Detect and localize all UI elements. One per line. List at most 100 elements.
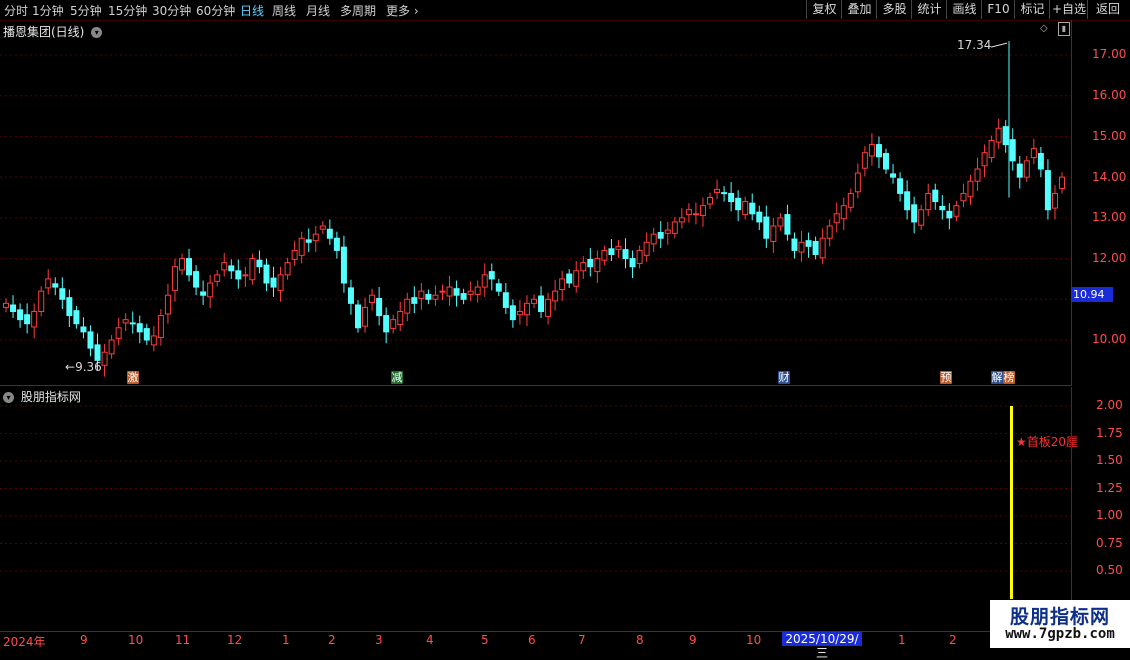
overlay-button[interactable]: 叠加 bbox=[841, 0, 877, 19]
restore-rights-button[interactable]: 复权 bbox=[806, 0, 842, 19]
candle[interactable] bbox=[932, 183, 939, 210]
candle[interactable] bbox=[200, 280, 207, 305]
candle[interactable] bbox=[326, 219, 333, 245]
candle[interactable] bbox=[45, 269, 52, 295]
mark-button[interactable]: 标记 bbox=[1014, 0, 1050, 19]
candle[interactable] bbox=[756, 205, 763, 231]
period-60min[interactable]: 60分钟 bbox=[196, 2, 235, 19]
candle[interactable] bbox=[298, 231, 305, 264]
indicator-chart[interactable] bbox=[0, 387, 1071, 631]
candle[interactable] bbox=[918, 204, 925, 231]
period-30min[interactable]: 30分钟 bbox=[152, 2, 191, 19]
candle[interactable] bbox=[643, 232, 650, 262]
candle[interactable] bbox=[249, 253, 256, 285]
candle[interactable] bbox=[355, 300, 361, 333]
candle[interactable] bbox=[376, 287, 383, 326]
candle[interactable] bbox=[904, 180, 911, 220]
period-weekly[interactable]: 周线 bbox=[272, 2, 296, 19]
event-marker-incentive[interactable]: 激 bbox=[127, 371, 139, 384]
candle[interactable] bbox=[270, 266, 277, 297]
candle[interactable] bbox=[369, 288, 376, 311]
candle[interactable] bbox=[728, 182, 735, 212]
statistics-button[interactable]: 统计 bbox=[911, 0, 947, 19]
candle[interactable] bbox=[721, 186, 728, 202]
candle[interactable] bbox=[10, 295, 17, 319]
candle[interactable] bbox=[347, 279, 354, 315]
candle[interactable] bbox=[263, 258, 270, 292]
candle[interactable] bbox=[847, 188, 854, 213]
candle[interactable] bbox=[1051, 185, 1058, 220]
candlestick-chart[interactable] bbox=[0, 20, 1071, 386]
candle[interactable] bbox=[432, 285, 439, 306]
candle[interactable] bbox=[242, 266, 249, 288]
candle[interactable] bbox=[87, 325, 94, 357]
candle[interactable] bbox=[587, 247, 594, 277]
candle[interactable] bbox=[1009, 128, 1016, 171]
candle[interactable] bbox=[256, 250, 263, 274]
candle[interactable] bbox=[784, 204, 791, 241]
candle[interactable] bbox=[1030, 138, 1037, 165]
candle[interactable] bbox=[333, 231, 340, 259]
period-monthly[interactable]: 月线 bbox=[306, 2, 330, 19]
add-watchlist-button[interactable]: +自选 bbox=[1049, 0, 1088, 19]
candle[interactable] bbox=[953, 200, 960, 222]
event-marker-unlock[interactable]: 解 bbox=[991, 371, 1003, 384]
period-multi[interactable]: 多周期 bbox=[340, 2, 376, 19]
candle[interactable] bbox=[411, 286, 418, 314]
candle[interactable] bbox=[235, 259, 242, 289]
candle[interactable] bbox=[1016, 155, 1023, 189]
candle[interactable] bbox=[545, 292, 552, 325]
candle[interactable] bbox=[516, 300, 523, 325]
candle[interactable] bbox=[777, 212, 784, 231]
candle[interactable] bbox=[425, 289, 432, 305]
candle[interactable] bbox=[657, 221, 664, 248]
candle[interactable] bbox=[115, 318, 122, 345]
period-1min[interactable]: 1分钟 bbox=[32, 2, 64, 19]
candle[interactable] bbox=[833, 202, 840, 233]
draw-line-button[interactable]: 画线 bbox=[946, 0, 982, 19]
candle[interactable] bbox=[854, 163, 861, 199]
candle[interactable] bbox=[1044, 159, 1051, 220]
candle[interactable] bbox=[59, 277, 66, 310]
candle[interactable] bbox=[362, 297, 369, 333]
candle[interactable] bbox=[488, 263, 495, 291]
candle[interactable] bbox=[812, 236, 819, 260]
multi-stock-button[interactable]: 多股 bbox=[876, 0, 912, 19]
candle[interactable] bbox=[791, 232, 798, 259]
candle[interactable] bbox=[1059, 172, 1065, 194]
candle[interactable] bbox=[319, 221, 326, 235]
candle[interactable] bbox=[136, 315, 143, 344]
candle[interactable] bbox=[171, 258, 178, 302]
candle[interactable] bbox=[157, 309, 164, 346]
candle[interactable] bbox=[38, 286, 45, 317]
candle[interactable] bbox=[390, 314, 397, 334]
candle[interactable] bbox=[305, 228, 312, 253]
candle[interactable] bbox=[875, 136, 882, 169]
candle[interactable] bbox=[636, 245, 643, 269]
candle[interactable] bbox=[108, 335, 115, 359]
candle[interactable] bbox=[826, 219, 833, 247]
candle[interactable] bbox=[467, 281, 474, 301]
candle[interactable] bbox=[805, 232, 812, 258]
candle[interactable] bbox=[1023, 155, 1030, 183]
candle[interactable] bbox=[1002, 120, 1009, 153]
candle[interactable] bbox=[1037, 147, 1044, 178]
candle[interactable] bbox=[460, 288, 467, 305]
candle[interactable] bbox=[221, 252, 228, 277]
candle[interactable] bbox=[559, 270, 566, 301]
candle[interactable] bbox=[404, 292, 411, 322]
candle[interactable] bbox=[840, 197, 847, 231]
candle[interactable] bbox=[17, 303, 24, 328]
candle[interactable] bbox=[678, 208, 685, 229]
candle[interactable] bbox=[763, 205, 770, 248]
candle[interactable] bbox=[446, 275, 453, 306]
candle[interactable] bbox=[594, 250, 601, 283]
candle[interactable] bbox=[798, 230, 805, 262]
candle[interactable] bbox=[995, 118, 1002, 149]
candle[interactable] bbox=[960, 183, 967, 208]
f10-button[interactable]: F10 bbox=[981, 0, 1015, 19]
period-fenshi[interactable]: 分时 bbox=[4, 2, 28, 19]
period-daily[interactable]: 日线 bbox=[240, 2, 264, 19]
candle[interactable] bbox=[601, 245, 608, 266]
candle[interactable] bbox=[150, 326, 157, 352]
